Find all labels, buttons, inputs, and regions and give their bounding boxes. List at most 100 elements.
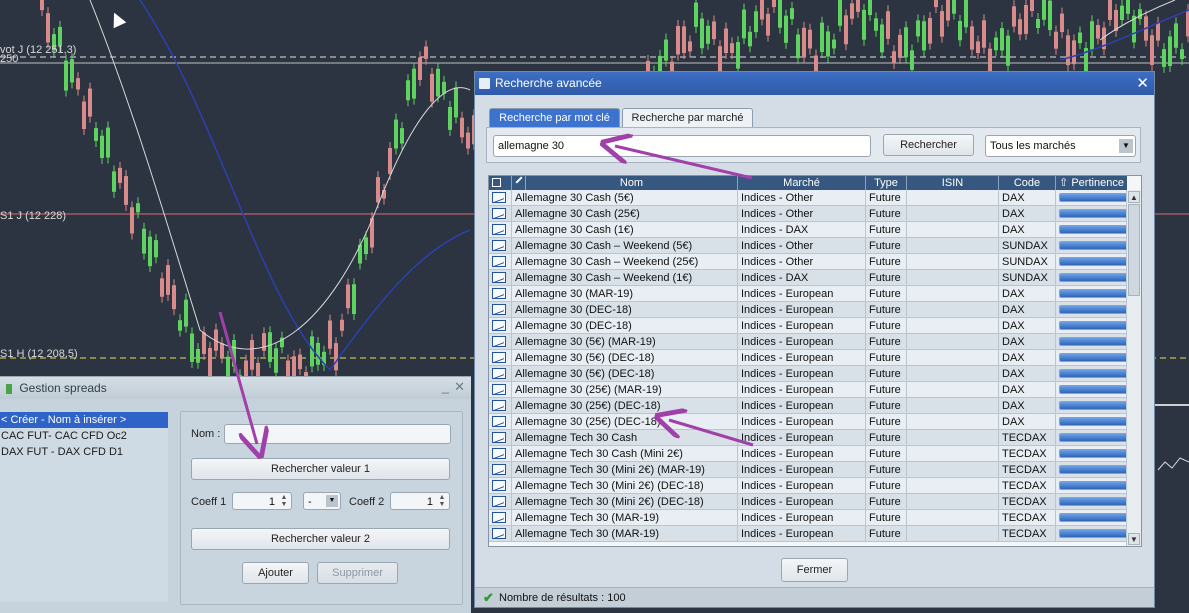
table-row[interactable]: Allemagne 30 (5€) (DEC-18) Indices - Euro…: [489, 350, 1127, 366]
chart-icon[interactable]: [492, 416, 506, 427]
table-row[interactable]: Allemagne Tech 30 (MAR-19) Indices - Euro…: [489, 510, 1127, 526]
column-header-name[interactable]: Nom: [525, 176, 737, 190]
minimize-icon[interactable]: _: [442, 379, 449, 394]
chart-icon[interactable]: [492, 224, 506, 235]
table-row[interactable]: Allemagne 30 (MAR-19) Indices - European F…: [489, 286, 1127, 302]
table-row[interactable]: Allemagne 30 (25€) (DEC-18) Indices - Eur…: [489, 398, 1127, 414]
chart-icon[interactable]: [492, 368, 506, 379]
table-row[interactable]: Allemagne 30 (25€) (MAR-19) Indices - Eur…: [489, 382, 1127, 398]
cell-type: Future: [865, 318, 906, 334]
search-titlebar[interactable]: Recherche avancée ✕: [475, 72, 1154, 95]
cell-type: Future: [865, 190, 906, 206]
tab-market-search[interactable]: Recherche par marché: [622, 108, 753, 127]
column-header-market[interactable]: Marché: [737, 176, 865, 190]
search-value-2-button[interactable]: Rechercher valeur 2: [191, 528, 450, 550]
chart-icon[interactable]: [492, 320, 506, 331]
row-icon-cell: [489, 350, 511, 366]
spread-list[interactable]: < Créer - Nom à insérer > CAC FUT- CAC C…: [0, 412, 168, 602]
chart-icon[interactable]: [492, 496, 506, 507]
table-row[interactable]: Allemagne Tech 30 (MAR-19) Indices - Euro…: [489, 526, 1127, 542]
search-button[interactable]: Rechercher: [883, 134, 974, 156]
chart-icon[interactable]: [492, 240, 506, 251]
cell-name: Allemagne 30 (25€) (DEC-18): [511, 414, 737, 430]
results-body: Allemagne 30 Cash (5€) Indices - Other Fut…: [489, 190, 1127, 542]
column-header-type[interactable]: Type: [865, 176, 906, 190]
results-scrollbar[interactable]: ▲ ▼: [1126, 190, 1141, 546]
cell-isin: [906, 510, 998, 526]
table-row[interactable]: Allemagne 30 (DEC-18) Indices - European F…: [489, 318, 1127, 334]
relevance-bar: [1059, 241, 1127, 250]
delete-button[interactable]: Supprimer: [317, 562, 398, 584]
spread-item-cac[interactable]: CAC FUT- CAC CFD Oc2: [0, 428, 168, 444]
chart-icon[interactable]: [492, 352, 506, 363]
table-row[interactable]: Allemagne 30 Cash – Weekend (1€) Indices …: [489, 270, 1127, 286]
chart-icon[interactable]: [492, 336, 506, 347]
chart-icon[interactable]: [492, 528, 506, 539]
add-button[interactable]: Ajouter: [242, 562, 309, 584]
search-value-1-button[interactable]: Rechercher valeur 1: [191, 458, 450, 480]
chart-icon[interactable]: [492, 192, 506, 203]
column-header-isin[interactable]: ISIN: [906, 176, 998, 190]
cell-name: Allemagne 30 Cash (5€): [511, 190, 737, 206]
scroll-thumb[interactable]: [1128, 204, 1140, 296]
results-table[interactable]: Nom Marché Type ISIN Code ⇧ Pertinence A…: [488, 175, 1142, 547]
chart-icon[interactable]: [492, 464, 506, 475]
stepper-arrows-icon[interactable]: ▲ ▼: [436, 494, 448, 508]
chart-icon[interactable]: [492, 288, 506, 299]
candle-body: [76, 78, 80, 90]
spreads-titlebar[interactable]: Gestion spreads: [0, 377, 471, 399]
tab-keyword-search[interactable]: Recherche par mot clé: [489, 108, 620, 127]
chart-icon[interactable]: [492, 432, 506, 443]
table-row[interactable]: Allemagne 30 (5€) (DEC-18) Indices - Euro…: [489, 366, 1127, 382]
candle-body: [892, 51, 896, 64]
close-button[interactable]: Fermer: [781, 558, 848, 582]
table-row[interactable]: Allemagne Tech 30 (Mini 2€) (MAR-19) Indi…: [489, 462, 1127, 478]
table-row[interactable]: Allemagne 30 (DEC-18) Indices - European F…: [489, 302, 1127, 318]
table-row[interactable]: Allemagne 30 (5€) (MAR-19) Indices - Euro…: [489, 334, 1127, 350]
table-row[interactable]: Allemagne 30 (25€) (DEC-18) Indices - Eur…: [489, 414, 1127, 430]
table-row[interactable]: Allemagne 30 Cash – Weekend (5€) Indices …: [489, 238, 1127, 254]
close-icon[interactable]: ✕: [1136, 72, 1149, 95]
chart-icon[interactable]: [492, 272, 506, 283]
close-icon[interactable]: ✕: [454, 379, 465, 395]
candle-body: [46, 13, 50, 43]
chart-icon[interactable]: [492, 400, 506, 411]
relevance-bar-fill: [1060, 354, 1127, 361]
name-field[interactable]: [224, 424, 451, 444]
coeff2-stepper[interactable]: 1 ▲ ▼: [390, 492, 450, 510]
table-row[interactable]: Allemagne Tech 30 (Mini 2€) (DEC-18) Indi…: [489, 478, 1127, 494]
table-row[interactable]: Allemagne 30 Cash (1€) Indices - DAX Futur…: [489, 222, 1127, 238]
table-row[interactable]: Allemagne 30 Cash (5€) Indices - Other Fut…: [489, 190, 1127, 206]
chart-icon[interactable]: [492, 304, 506, 315]
table-row[interactable]: Allemagne Tech 30 Cash (Mini 2€) Indices …: [489, 446, 1127, 462]
scroll-up-icon[interactable]: ▲: [1128, 191, 1140, 203]
market-select[interactable]: Tous les marchés ▼: [985, 135, 1136, 157]
cell-market: Indices - European: [737, 350, 865, 366]
chart-icon[interactable]: [492, 480, 506, 491]
chart-icon[interactable]: [492, 384, 506, 395]
coeff1-stepper[interactable]: 1 ▲ ▼: [232, 492, 292, 510]
keyword-input[interactable]: allemagne 30: [493, 135, 871, 157]
scroll-down-icon[interactable]: ▼: [1128, 533, 1140, 545]
stepper-arrows-icon[interactable]: ▲ ▼: [278, 494, 290, 508]
chart-icon[interactable]: [492, 512, 506, 523]
cell-market: Indices - European: [737, 414, 865, 430]
relevance-bar-fill: [1060, 498, 1127, 505]
column-header-code[interactable]: Code: [998, 176, 1055, 190]
add-to-list-icon[interactable]: [489, 176, 511, 190]
table-row[interactable]: Allemagne Tech 30 Cash Indices - European…: [489, 430, 1127, 446]
coeff2-label: Coeff 2: [349, 496, 385, 508]
table-row[interactable]: Allemagne 30 Cash (25€) Indices - Other Fu…: [489, 206, 1127, 222]
operator-select[interactable]: - ▼: [303, 492, 341, 510]
chart-icon[interactable]: [492, 256, 506, 267]
candle-body: [1156, 22, 1160, 41]
table-row[interactable]: Allemagne 30 Cash – Weekend (25€) Indices…: [489, 254, 1127, 270]
cell-market: Indices - Other: [737, 254, 865, 270]
column-header-relevance[interactable]: ⇧ Pertinence: [1055, 176, 1127, 190]
table-row[interactable]: Allemagne Tech 30 (Mini 2€) (DEC-18) Indi…: [489, 494, 1127, 510]
chart-icon[interactable]: [492, 448, 506, 459]
wrench-icon[interactable]: [511, 176, 525, 190]
spread-item-create[interactable]: < Créer - Nom à insérer >: [0, 412, 168, 428]
chart-icon[interactable]: [492, 208, 506, 219]
spread-item-dax[interactable]: DAX FUT - DAX CFD D1: [0, 444, 168, 460]
